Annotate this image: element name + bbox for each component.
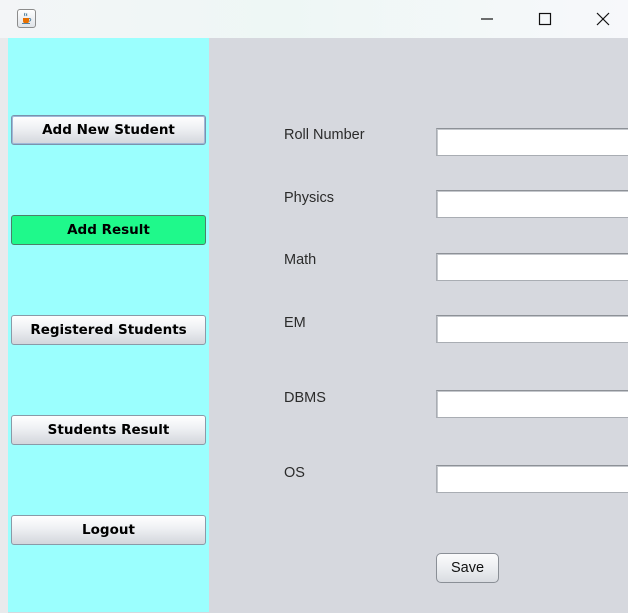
add-result-button[interactable]: Add Result — [11, 215, 206, 245]
physics-label: Physics — [284, 190, 334, 206]
em-label: EM — [284, 315, 306, 331]
em-field[interactable] — [436, 315, 628, 343]
students-result-button[interactable]: Students Result — [11, 415, 206, 445]
maximize-icon — [538, 12, 552, 26]
title-bar — [0, 0, 628, 38]
registered-students-button[interactable]: Registered Students — [11, 315, 206, 345]
math-label: Math — [284, 252, 317, 268]
maximize-button[interactable] — [516, 0, 574, 38]
roll-number-field[interactable] — [436, 128, 628, 156]
logout-button[interactable]: Logout — [11, 515, 206, 545]
dbms-label: DBMS — [284, 390, 326, 406]
close-icon — [596, 12, 610, 26]
os-label: OS — [284, 465, 305, 481]
minimize-icon — [481, 18, 493, 20]
window-edge — [0, 38, 8, 613]
roll-number-label: Roll Number — [284, 127, 365, 143]
dbms-field[interactable] — [436, 390, 628, 418]
add-result-form: Roll Number Physics Math EM DBMS OS Save — [209, 38, 628, 612]
save-button[interactable]: Save — [436, 553, 499, 583]
physics-field[interactable] — [436, 190, 628, 218]
minimize-button[interactable] — [458, 0, 516, 38]
close-button[interactable] — [574, 0, 628, 38]
math-field[interactable] — [436, 253, 628, 281]
sidebar: Add New Student Add Result Registered St… — [8, 38, 209, 612]
os-field[interactable] — [436, 465, 628, 493]
java-cup-icon — [17, 9, 36, 28]
add-new-student-button[interactable]: Add New Student — [11, 115, 206, 145]
